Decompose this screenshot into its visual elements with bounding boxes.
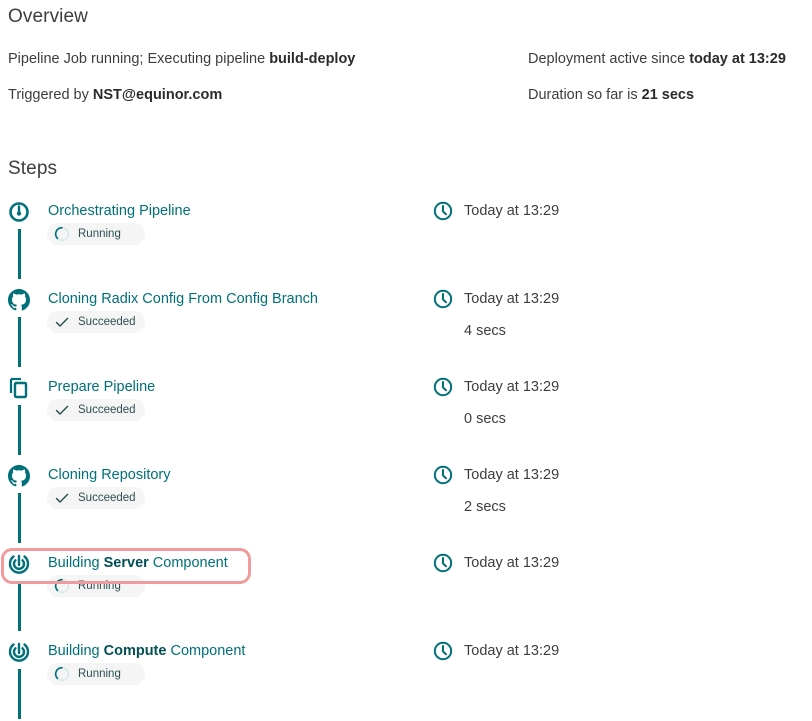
pipeline-orchestrate-icon [8,201,30,223]
build-target-icon [8,641,30,663]
clock-icon [433,553,453,573]
step-component-name: Compute [103,643,167,659]
overview-heading: Overview [8,6,88,27]
timeline-connector [17,229,21,279]
triggered-by-label: Triggered by [8,87,93,103]
step-title-link[interactable]: Cloning Radix Config From Config Branch [48,291,318,307]
step-item: Building Compute Component Running Today… [0,641,812,721]
step-component-name: Server [103,555,149,571]
duration-value: 21 secs [641,87,695,103]
status-badge: Running [47,575,145,597]
step-item: Prepare Pipeline Succeeded Today at 13:2… [0,377,812,465]
step-title-link[interactable]: Orchestrating Pipeline [48,203,191,219]
clock-icon [433,465,453,485]
step-title-suffix: Component [148,555,228,571]
triggered-by-user: NST@equinor.com [92,87,223,103]
status-badge: Succeeded [47,311,145,333]
status-label: Running [78,668,121,680]
status-label: Succeeded [78,492,136,504]
status-label: Running [78,580,121,592]
step-start-time: Today at 13:29 [464,467,560,483]
step-title-text: Orchestrating Pipeline [48,203,191,219]
step-title-link[interactable]: Building Compute Component [48,643,245,659]
spinner-icon [54,666,70,682]
pipeline-name: build-deploy [269,51,356,67]
clock-icon [433,201,453,221]
timeline-connector [17,317,21,367]
step-item: Building Server Component Running Today … [0,553,812,641]
github-icon [8,289,30,311]
step-title-link[interactable]: Building Server Component [48,555,228,571]
status-badge: Running [47,663,145,685]
pipeline-status-line: Pipeline Job running; Executing pipeline… [8,51,355,67]
timeline-connector [17,493,21,543]
clock-icon [433,641,453,661]
step-start-time: Today at 13:29 [464,555,560,571]
spinner-icon [54,578,70,594]
status-label: Running [78,228,121,240]
check-icon [54,490,70,506]
check-icon [54,402,70,418]
step-start-time: Today at 13:29 [464,291,560,307]
status-badge: Running [47,223,145,245]
step-duration: 2 secs [464,499,506,515]
pipeline-status-text: Pipeline Job running; Executing pipeline [8,51,270,67]
step-start-time: Today at 13:29 [464,203,560,219]
step-title-link[interactable]: Prepare Pipeline [48,379,155,395]
step-duration: 4 secs [464,323,506,339]
deployment-active-since: today at 13:29 [689,51,786,67]
step-item: Cloning Repository Succeeded Today at 13… [0,465,812,553]
build-target-icon [8,553,30,575]
timeline-connector [17,405,21,455]
step-title-text: Cloning Repository [48,467,171,483]
step-start-time: Today at 13:29 [464,643,560,659]
triggered-by-line: Triggered by NST@equinor.com [8,87,222,103]
step-item: Orchestrating Pipeline Running Today at … [0,201,812,289]
step-start-time: Today at 13:29 [464,379,560,395]
step-title-link[interactable]: Cloning Repository [48,467,171,483]
copy-icon [8,377,30,399]
duration-line: Duration so far is 21 secs [528,87,694,103]
clock-icon [433,377,453,397]
deployment-active-label: Deployment active since [528,51,690,67]
timeline-connector [17,669,21,719]
step-title-text: Prepare Pipeline [48,379,156,395]
step-title-text: Building [48,555,104,571]
status-label: Succeeded [78,404,136,416]
deployment-active-line: Deployment active since today at 13:29 [528,51,786,67]
check-icon [54,314,70,330]
timeline-connector [17,581,21,631]
steps-heading: Steps [8,158,58,179]
status-badge: Succeeded [47,487,145,509]
spinner-icon [54,226,70,242]
step-title-text: Cloning Radix Config From Config Branch [48,291,318,307]
step-title-suffix: Component [166,643,246,659]
clock-icon [433,289,453,309]
step-duration: 0 secs [464,411,506,427]
status-label: Succeeded [78,316,136,328]
step-item: Cloning Radix Config From Config Branch … [0,289,812,377]
duration-label: Duration so far is [528,87,642,103]
status-badge: Succeeded [47,399,145,421]
github-icon [8,465,30,487]
step-title-text: Building [48,643,104,659]
